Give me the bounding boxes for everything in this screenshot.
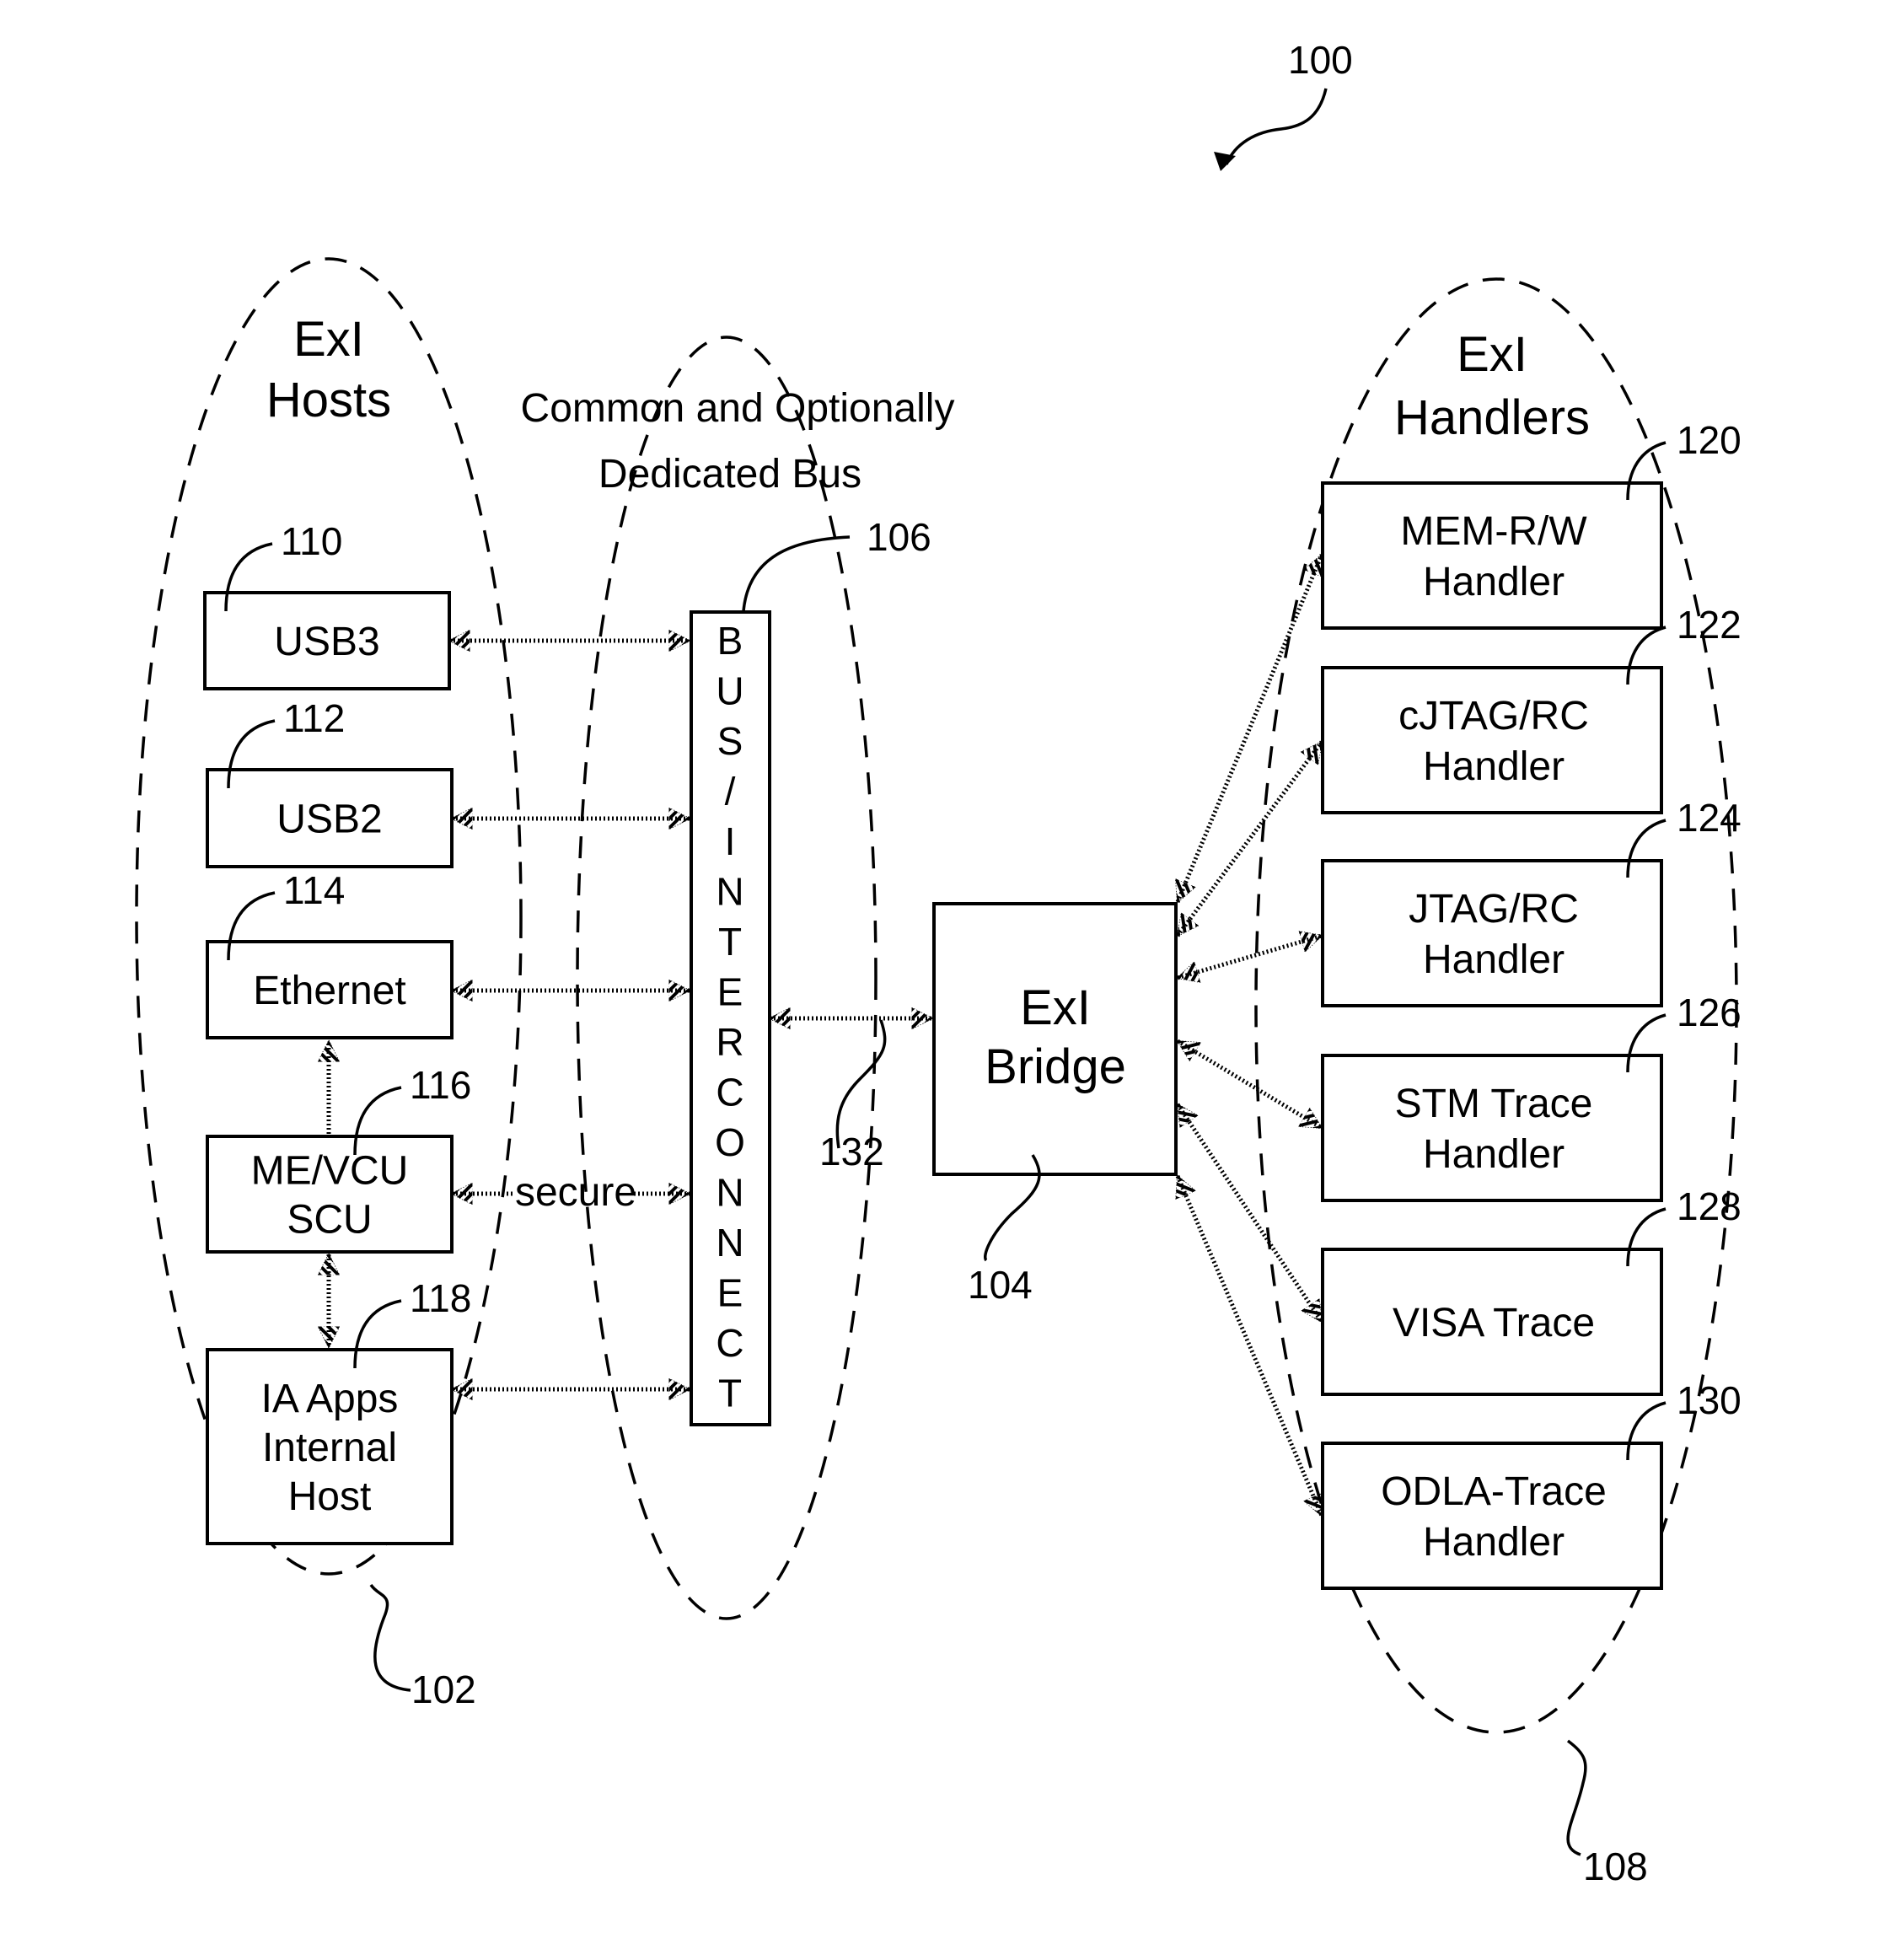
handler-box-rect[interactable]	[1321, 666, 1663, 814]
bridge-ref-label: 104	[968, 1263, 1033, 1307]
bus-letter: C	[716, 1321, 743, 1365]
handler-ref-label: 124	[1677, 796, 1742, 840]
handler-box[interactable]: cJTAG/RC Handler 122	[1321, 603, 1742, 814]
host-ref-label: 116	[410, 1063, 471, 1107]
handler-box-label: Handler	[1423, 560, 1565, 604]
handler-box[interactable]: MEM-R/W Handler 120	[1321, 418, 1742, 630]
handler-box[interactable]: JTAG/RC Handler 124	[1321, 796, 1742, 1007]
host-ref-label: 118	[410, 1276, 471, 1320]
bus-ref-label: 106	[867, 515, 931, 559]
bus-letter: N	[716, 1221, 743, 1265]
bridge-label-line2: Bridge	[985, 1039, 1126, 1094]
host-box-label: USB2	[276, 797, 382, 842]
handler-box[interactable]: STM Trace Handler 126	[1321, 991, 1742, 1202]
handler-box-rect[interactable]	[1321, 859, 1663, 1007]
host-box-label: ME/VCU	[251, 1149, 409, 1194]
handlers-ref-leader	[1566, 1739, 1587, 1856]
host-box-label: Ethernet	[253, 969, 405, 1013]
handler-box-label: VISA Trace	[1393, 1301, 1595, 1345]
bus-letter: /	[725, 770, 736, 814]
handler-ref-label: 122	[1677, 603, 1742, 647]
hosts-ref-label: 102	[411, 1667, 476, 1711]
host-box-label: Host	[288, 1474, 372, 1519]
host-box[interactable]: IA Apps InternalHost 118	[206, 1276, 471, 1545]
bus-title-line1: Common and Optionally	[521, 386, 955, 431]
handler-ref-label: 126	[1677, 991, 1742, 1034]
bridge-jtag-arrow	[1178, 936, 1322, 978]
bus-letter: O	[715, 1120, 745, 1164]
hosts-title-line2: Hosts	[266, 373, 391, 427]
handler-ref-label: 120	[1677, 418, 1742, 462]
host-box-label: Internal	[262, 1426, 397, 1470]
bridge-memrw-arrow	[1178, 555, 1322, 902]
secure-label: secure	[515, 1170, 636, 1215]
figure-ref-arrow	[1225, 88, 1328, 165]
bus-letter: R	[716, 1020, 743, 1064]
bus-title-line2: Dedicated Bus	[598, 452, 861, 497]
handler-box-label: JTAG/RC	[1409, 887, 1579, 932]
handler-box-label: Handler	[1423, 1520, 1565, 1565]
handler-box-rect[interactable]	[1321, 481, 1663, 630]
host-box[interactable]: USB3 110	[203, 519, 451, 690]
host-box[interactable]: Ethernet 114	[206, 868, 454, 1039]
bus-letter: N	[716, 870, 743, 914]
bridge-stm-arrow	[1178, 1041, 1322, 1128]
bus-letter: S	[717, 719, 743, 763]
link-ref-label: 132	[819, 1130, 884, 1173]
host-box[interactable]: USB2 112	[206, 696, 454, 868]
handlers-title-line2: Handlers	[1394, 390, 1590, 445]
handlers-title-line1: ExI	[1457, 327, 1527, 382]
handler-box[interactable]: VISA Trace 128	[1321, 1184, 1742, 1396]
bus-letter: E	[717, 970, 743, 1014]
bus-letter: B	[717, 619, 743, 663]
handler-box-label: cJTAG/RC	[1398, 694, 1589, 738]
host-ref-label: 114	[283, 868, 345, 912]
handlers-ref-label: 108	[1583, 1845, 1648, 1888]
host-box-label: USB3	[274, 620, 379, 664]
bridge-visa-arrow	[1178, 1104, 1322, 1322]
handler-box-label: Handler	[1423, 937, 1565, 982]
bus-ref-leader	[742, 535, 851, 612]
handler-box-label: Handler	[1423, 744, 1565, 789]
handler-ref-label: 128	[1677, 1184, 1742, 1228]
figure-ref-label: 100	[1288, 38, 1353, 82]
hosts-title-line1: ExI	[293, 312, 364, 367]
bus-letter: T	[718, 1372, 742, 1415]
bridge-label-line1: ExI	[1020, 980, 1091, 1035]
handler-box-rect[interactable]	[1321, 1054, 1663, 1202]
handler-box-label: ODLA-Trace	[1381, 1469, 1607, 1514]
bus-letter: I	[725, 819, 736, 863]
bus-letter: N	[716, 1171, 743, 1215]
handler-box-rect[interactable]	[1321, 1442, 1663, 1590]
bus-letter: C	[716, 1071, 743, 1114]
host-box[interactable]: ME/VCUSCU 116	[206, 1063, 471, 1254]
bridge-odla-arrow	[1178, 1176, 1322, 1516]
bus-letter: U	[716, 669, 743, 713]
host-box-label: IA Apps	[261, 1377, 399, 1421]
hosts-ref-leader	[369, 1583, 411, 1692]
host-ref-label: 112	[283, 696, 345, 740]
handler-box-label: MEM-R/W	[1400, 509, 1587, 554]
handler-box-label: Handler	[1423, 1132, 1565, 1177]
handler-ref-label: 130	[1677, 1378, 1742, 1422]
host-box-label: SCU	[287, 1198, 372, 1243]
host-ref-label: 110	[281, 519, 342, 563]
bus-letter: E	[717, 1271, 743, 1315]
bus-letter: T	[718, 920, 742, 964]
bridge-cjtag-arrow	[1178, 742, 1322, 936]
diagram-canvas: 100 ExI Hosts 102 Common and Optionally …	[135, 38, 1742, 1888]
handler-box-label: STM Trace	[1395, 1082, 1593, 1126]
